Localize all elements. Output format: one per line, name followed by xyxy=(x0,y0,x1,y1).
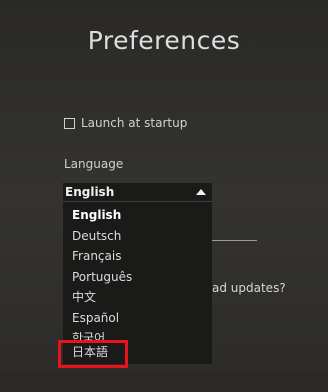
language-label: Language xyxy=(64,157,124,171)
language-option-francais[interactable]: Français xyxy=(63,246,212,267)
language-option-espanol[interactable]: Español xyxy=(63,308,212,329)
language-option-chinese[interactable]: 中文 xyxy=(63,287,212,308)
launch-at-startup-option[interactable]: Launch at startup xyxy=(64,116,187,130)
page-title: Preferences xyxy=(87,26,241,55)
language-select-value: English xyxy=(65,185,115,199)
footer-area xyxy=(0,372,328,392)
updates-question-text: ad updates? xyxy=(212,281,286,295)
input-underline xyxy=(212,240,257,241)
language-option-japanese[interactable]: 日本語 xyxy=(63,342,212,363)
language-option-deutsch[interactable]: Deutsch xyxy=(63,226,212,247)
launch-at-startup-label: Launch at startup xyxy=(81,116,188,130)
language-select[interactable]: English xyxy=(63,183,212,202)
language-option-korean[interactable]: 한국어 xyxy=(63,328,212,342)
language-option-english[interactable]: English xyxy=(63,205,212,226)
language-option-portugues[interactable]: Português xyxy=(63,267,212,288)
preferences-window: Preferences Launch at startup Language a… xyxy=(0,0,328,392)
language-dropdown-list: English Deutsch Français Português 中文 Es… xyxy=(63,202,212,364)
caret-up-icon xyxy=(196,189,206,195)
launch-at-startup-checkbox[interactable] xyxy=(64,117,75,129)
